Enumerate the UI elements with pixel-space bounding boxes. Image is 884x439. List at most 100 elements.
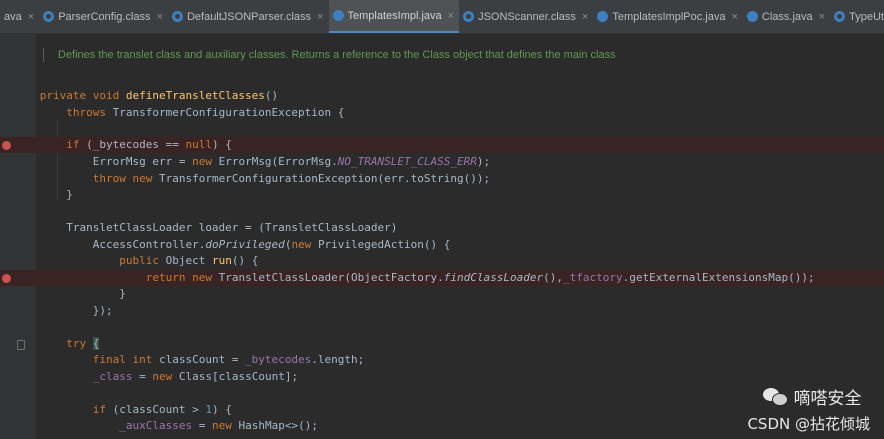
code-line-breakpoint[interactable]: if (_bytecodes == null) { [0, 137, 884, 153]
editor-tab[interactable]: DefaultJSONParser.class × [168, 0, 329, 33]
code-token: } [39, 287, 126, 300]
editor-tab-label: TemplatesImplPoc.java [612, 10, 726, 23]
editor-tab-label: DefaultJSONParser.class [186, 10, 312, 23]
code-token: new [152, 370, 179, 383]
code-token: () [264, 89, 279, 102]
breakpoint-icon[interactable] [2, 274, 11, 283]
editor-tab-bar: ava × ParserConfig.class × DefaultJSONParser… [0, 0, 884, 34]
code-token: = [132, 370, 153, 383]
code-token: TransletClassLoader(ObjectFactory. [218, 271, 444, 284]
watermark-author: CSDN @拈花倾城 [747, 415, 870, 433]
editor-tab[interactable]: TemplatesImplPoc.java × [593, 0, 743, 33]
code-token: Object [165, 254, 212, 267]
class-file-icon [171, 11, 183, 22]
java-file-icon [746, 11, 758, 22]
code-line[interactable]: final int classCount = _bytecodes.length… [0, 352, 884, 368]
code-token: try [66, 337, 93, 350]
code-token: PrivilegedAction() { [317, 238, 451, 251]
code-line[interactable]: throw new TransformerConfigurationExcept… [0, 171, 884, 187]
code-token: }); [39, 304, 113, 317]
code-token: _tfactory [562, 271, 623, 284]
close-icon[interactable]: × [157, 11, 163, 23]
watermark-title: 嘀嗒安全 [793, 389, 862, 409]
code-token: throws [39, 106, 113, 119]
close-icon[interactable]: × [28, 11, 34, 23]
close-icon[interactable]: × [582, 11, 588, 23]
editor-tab[interactable]: TemplatesImpl.java × [328, 0, 460, 33]
code-token: ) { [211, 403, 232, 416]
class-file-icon [463, 11, 475, 22]
editor-tab[interactable]: TypeUtils.class× [830, 0, 884, 33]
code-token: ErrorMsg err = [39, 155, 193, 168]
javadoc-comment: Defines the translet class and auxiliary… [43, 48, 618, 62]
code-token: public [119, 254, 166, 267]
code-line[interactable]: AccessController.doPrivileged(new Privil… [0, 237, 884, 253]
close-icon[interactable]: × [819, 11, 825, 23]
code-token: { [92, 337, 100, 350]
editor-tab[interactable]: ParserConfig.class × [39, 0, 168, 33]
editor-tab-label: JSONScanner.class [478, 10, 576, 23]
code-line[interactable]: } [0, 286, 884, 302]
code-token: private void [39, 89, 126, 102]
fold-marker-icon[interactable] [17, 340, 25, 350]
editor-tab-label: ParserConfig.class [58, 10, 151, 23]
code-token: .getExternalExtensionsMap()); [622, 271, 815, 284]
code-token: TransformerConfigurationException { [112, 106, 345, 119]
watermark-brand: 嘀嗒安全 [763, 384, 870, 409]
code-line[interactable]: TransletClassLoader loader = (TransletCl… [0, 220, 884, 236]
code-line[interactable]: _class = new Class[classCount]; [0, 369, 884, 385]
code-token: .length; [311, 353, 365, 366]
code-token: defineTransletClasses [125, 89, 265, 102]
code-token: null [185, 138, 212, 151]
editor-tab-label: Class.java [761, 10, 813, 23]
code-token: _class [92, 370, 133, 383]
code-line[interactable]: }); [0, 303, 884, 319]
code-token: if [92, 403, 113, 416]
class-file-icon [834, 11, 846, 22]
code-token: HashMap<>(); [238, 419, 318, 432]
code-token: _bytecodes [245, 353, 312, 366]
code-line[interactable]: try { [0, 336, 884, 352]
editor-tab[interactable]: Class.java × [743, 0, 830, 33]
code-line[interactable]: throws TransformerConfigurationException… [0, 105, 884, 121]
code-line[interactable]: public Object run() { [0, 253, 884, 269]
code-token: TransletClassLoader loader = (TransletCl… [39, 221, 398, 234]
code-token: ErrorMsg(ErrorMsg. [218, 155, 338, 168]
code-token: final int [92, 353, 159, 366]
code-token: throw new [92, 172, 159, 185]
code-line[interactable]: } [0, 187, 884, 203]
code-line[interactable]: private void defineTransletClasses() [0, 88, 884, 104]
editor-tab[interactable]: JSONScanner.class × [459, 0, 593, 33]
java-file-icon [332, 10, 344, 21]
close-icon[interactable]: × [317, 11, 323, 23]
editor-tab-label: ava [4, 10, 22, 23]
code-token: (classCount > [112, 403, 206, 416]
code-token: TransformerConfigurationException(err.to… [158, 172, 491, 185]
code-token: new [211, 419, 239, 432]
code-token: doPrivileged [205, 238, 285, 251]
code-token: ); [476, 155, 491, 168]
editor-tab-label: TypeUtils.class [849, 10, 884, 23]
code-line-breakpoint[interactable]: return new TransletClassLoader(ObjectFac… [0, 270, 884, 286]
close-icon[interactable]: × [731, 11, 737, 23]
code-line[interactable]: ErrorMsg err = new ErrorMsg(ErrorMsg.NO_… [0, 154, 884, 170]
code-token: findClassLoader [443, 271, 544, 284]
code-token: (), [543, 271, 563, 284]
breakpoint-icon[interactable] [2, 141, 11, 150]
code-token: = [192, 419, 212, 432]
class-file-icon [43, 11, 55, 22]
code-token: () { [231, 254, 259, 267]
editor-tab[interactable]: ava × [0, 0, 39, 33]
code-token: 1 [205, 403, 212, 416]
code-token: run [211, 254, 232, 267]
code-token: if [39, 138, 87, 151]
close-icon[interactable]: × [448, 10, 454, 22]
code-token: (_bytecodes == [86, 138, 186, 151]
